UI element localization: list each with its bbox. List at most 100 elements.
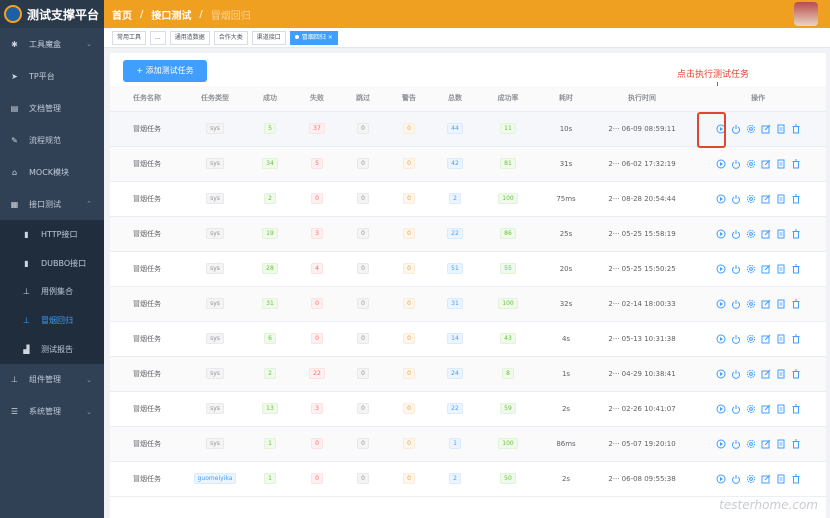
table-row[interactable]: 冒烟任务 sys 2 0 0 0 2 100 75ms 2··· 08-28 20:54:44 [110,181,826,217]
settings-icon[interactable] [746,439,756,449]
run-icon[interactable] [716,404,726,414]
settings-icon[interactable] [746,474,756,484]
run-icon[interactable] [716,194,726,204]
sidebar-item-tools[interactable]: ✱ 工具魔盒 ⌄ [0,28,104,60]
power-icon[interactable] [731,124,741,134]
sidebar-item-smoke[interactable]: ⊥ 冒烟回归 [0,306,104,336]
sidebar-item-system[interactable]: ☰ 系统管理 ⌄ [0,396,104,428]
settings-icon[interactable] [746,229,756,239]
document-icon[interactable] [776,369,786,379]
task-type-tag: sys [206,333,224,344]
delete-icon[interactable] [791,334,801,344]
avatar[interactable] [794,2,818,26]
power-icon[interactable] [731,264,741,274]
run-icon[interactable] [716,474,726,484]
power-icon[interactable] [731,299,741,309]
document-icon[interactable] [776,439,786,449]
document-icon[interactable] [776,194,786,204]
settings-icon[interactable] [746,194,756,204]
run-icon[interactable] [716,264,726,274]
settings-icon[interactable] [746,264,756,274]
run-icon[interactable] [716,159,726,169]
table-row[interactable]: 冒烟任务 sys 31 0 0 0 31 100 32s 2··· 02-14 18:00:33 [110,286,826,322]
table-row[interactable]: 冒烟任务 sys 34 5 0 0 42 81 31s 2··· 06-02 17:32:19 [110,146,826,182]
table-row[interactable]: 冒烟任务 guomeiyika 1 0 0 0 2 50 2s 2··· 06-08 09:55:… [110,461,826,497]
document-icon[interactable] [776,264,786,274]
edit-icon[interactable] [761,404,771,414]
delete-icon[interactable] [791,404,801,414]
sidebar-item-components[interactable]: ⊥ 组件管理 ⌄ [0,364,104,396]
app-logo-area[interactable]: 测试支撑平台 [0,0,104,28]
tab-channel-api[interactable]: 渠道接口 [251,30,286,45]
edit-icon[interactable] [761,194,771,204]
run-icon[interactable] [716,299,726,309]
document-icon[interactable] [776,229,786,239]
power-icon[interactable] [731,229,741,239]
edit-icon[interactable] [761,474,771,484]
table-row[interactable]: 冒烟任务 sys 6 0 0 0 14 43 4s 2··· 05-13 10:31:38 [110,321,826,357]
run-icon[interactable] [716,439,726,449]
edit-icon[interactable] [761,439,771,449]
sidebar-item-http[interactable]: ▮ HTTP接口 [0,220,104,249]
table-row[interactable]: 冒烟任务 sys 1 0 0 0 1 100 86ms 2··· 05-07 19:20:10 [110,426,826,462]
settings-icon[interactable] [746,334,756,344]
delete-icon[interactable] [791,439,801,449]
edit-icon[interactable] [761,124,771,134]
power-icon[interactable] [731,334,741,344]
settings-icon[interactable] [746,159,756,169]
table-row[interactable]: 冒烟任务 sys 28 4 0 0 51 55 20s 2··· 05-25 15:50:25 [110,251,826,287]
add-task-button[interactable]: + 添加测试任务 [123,60,207,82]
table-row[interactable]: 冒烟任务 sys 13 3 0 0 22 59 2s 2··· 02-26 10:41:07 [110,391,826,427]
power-icon[interactable] [731,194,741,204]
delete-icon[interactable] [791,369,801,379]
document-icon[interactable] [776,124,786,134]
document-icon[interactable] [776,159,786,169]
edit-icon[interactable] [761,334,771,344]
edit-icon[interactable] [761,159,771,169]
edit-icon[interactable] [761,369,771,379]
sidebar-item-process[interactable]: ✎ 流程规范 [0,124,104,156]
delete-icon[interactable] [791,194,801,204]
edit-icon[interactable] [761,299,771,309]
sidebar-item-tp[interactable]: ➤ TP平台 [0,60,104,92]
delete-icon[interactable] [791,229,801,239]
tab-data-gen[interactable]: 通用造数据 [169,30,210,45]
delete-icon[interactable] [791,124,801,134]
tab-common-tools[interactable]: 常用工具 [112,30,147,45]
document-icon[interactable] [776,299,786,309]
run-icon[interactable] [716,369,726,379]
run-icon[interactable] [716,229,726,239]
sidebar-item-dubbo[interactable]: ▮ DUBBO接口 [0,248,104,278]
breadcrumb-home[interactable]: 首页 [112,7,132,22]
power-icon[interactable] [731,404,741,414]
delete-icon[interactable] [791,159,801,169]
document-icon[interactable] [776,404,786,414]
edit-icon[interactable] [761,264,771,274]
table-row[interactable]: 冒烟任务 sys 19 3 0 0 22 86 25s 2··· 05-25 15:58:19 [110,216,826,252]
settings-icon[interactable] [746,299,756,309]
sidebar-item-api-test[interactable]: ▦ 接口测试 ⌃ [0,188,104,220]
run-icon[interactable] [716,334,726,344]
power-icon[interactable] [731,474,741,484]
document-icon[interactable] [776,474,786,484]
tab-blurred[interactable]: ... [150,30,166,45]
sidebar-item-mock[interactable]: ⌂ MOCK模块 [0,156,104,188]
tab-partner[interactable]: 合作大类 [213,30,248,45]
sidebar-item-report[interactable]: ▟ 测试报告 [0,335,104,364]
edit-icon[interactable] [761,229,771,239]
settings-icon[interactable] [746,404,756,414]
sidebar-item-case-set[interactable]: ⊥ 用例集合 [0,277,104,307]
power-icon[interactable] [731,369,741,379]
delete-icon[interactable] [791,474,801,484]
breadcrumb-api-test[interactable]: 接口测试 [151,7,191,22]
delete-icon[interactable] [791,299,801,309]
delete-icon[interactable] [791,264,801,274]
settings-icon[interactable] [746,124,756,134]
power-icon[interactable] [731,159,741,169]
power-icon[interactable] [731,439,741,449]
settings-icon[interactable] [746,369,756,379]
sidebar-item-docs[interactable]: ▤ 文档管理 [0,92,104,124]
table-row[interactable]: 冒烟任务 sys 2 22 0 0 24 8 1s 2··· 04-29 10:38:41 [110,356,826,392]
tab-smoke-regression[interactable]: 冒烟回归 × [289,30,338,45]
document-icon[interactable] [776,334,786,344]
